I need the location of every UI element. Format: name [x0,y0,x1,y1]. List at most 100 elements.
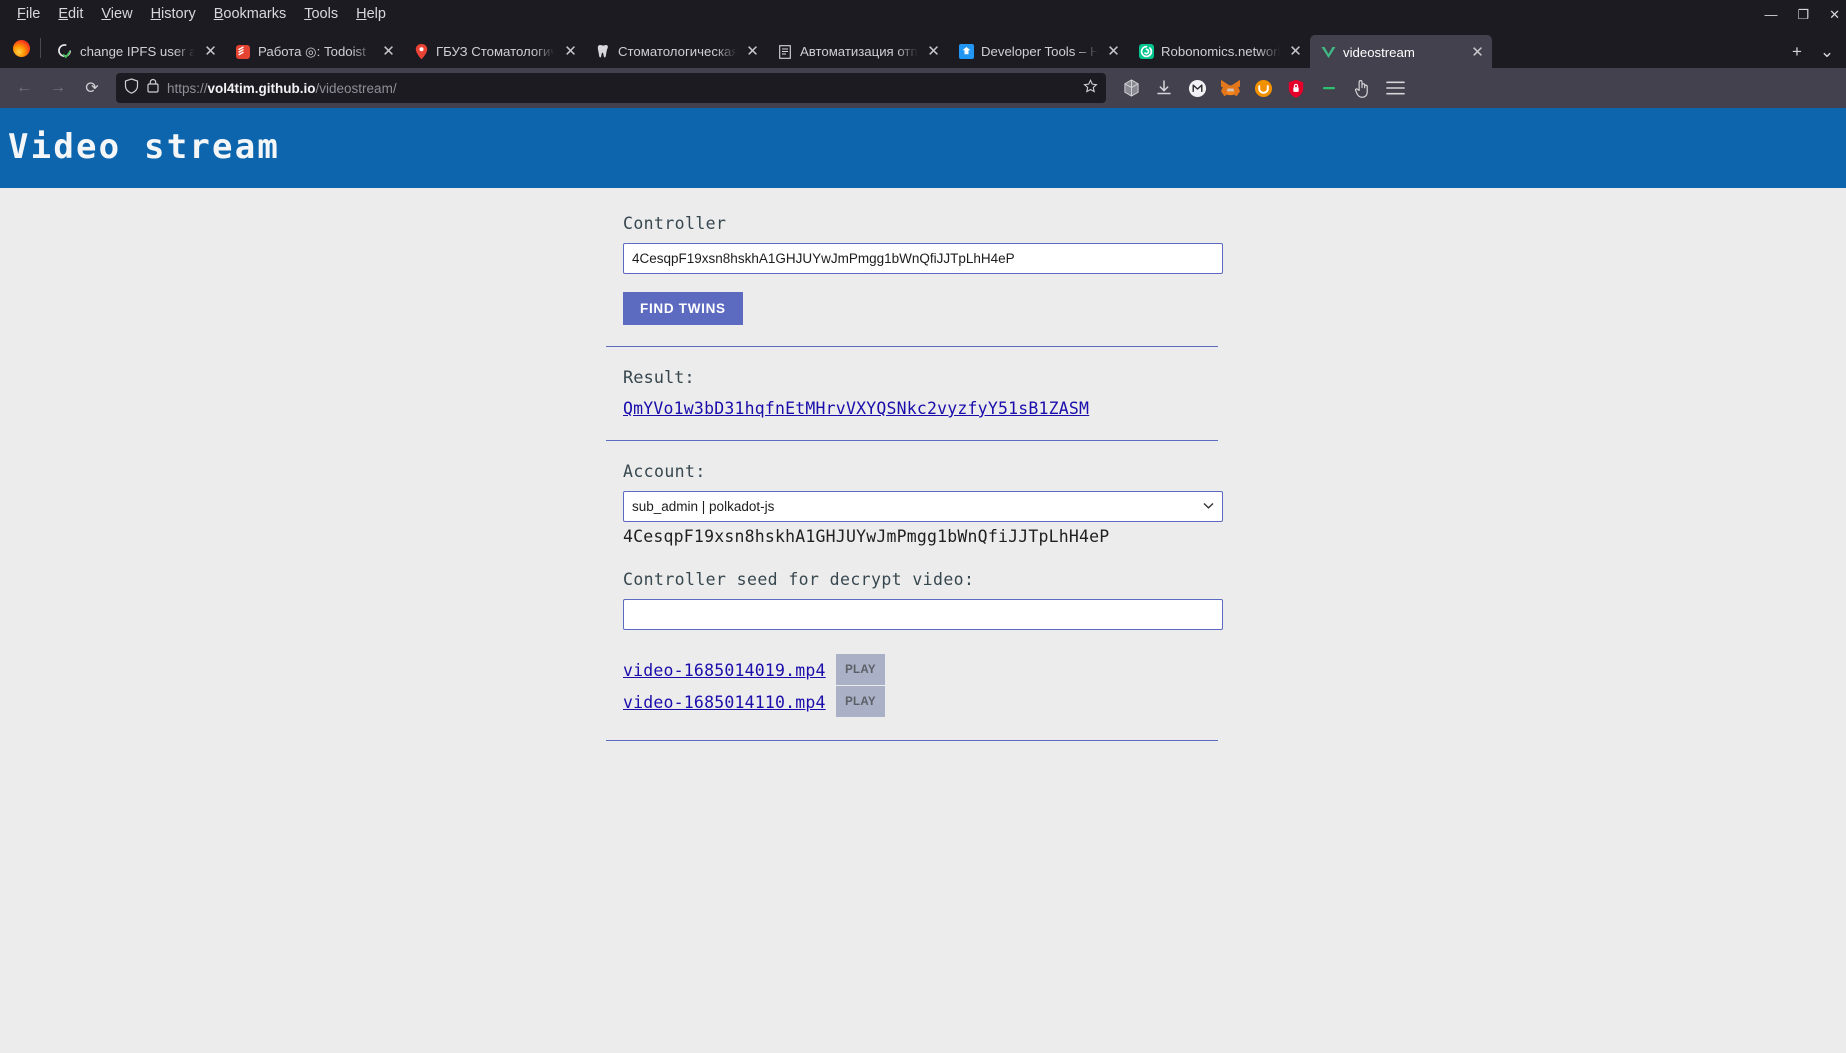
section-divider [606,740,1218,741]
menu-bar: File Edit View History Bookmarks Tools H… [0,0,1846,28]
pocket-icon[interactable] [1248,73,1278,103]
close-tab-icon[interactable]: ✕ [202,44,219,59]
tab-list: change IPFS user and ad ✕ Работа ◎: Todo… [47,28,1782,68]
back-button[interactable]: ← [8,73,40,103]
page-viewport: Video stream Controller FIND TWINS Resul… [0,108,1846,1053]
reload-button[interactable]: ⟳ [76,73,108,103]
account-select-wrapper: sub_admin | polkadot-js [623,491,1223,522]
tab-gbuz-stomatologich[interactable]: ГБУЗ Стоматологическ ✕ [403,35,585,68]
page-title: Video stream [8,127,281,167]
firefox-logo-icon [4,28,38,68]
map-pin-icon [413,44,429,60]
find-twins-button[interactable]: FIND TWINS [623,292,743,325]
forward-button[interactable]: → [42,73,74,103]
document-icon [777,44,793,60]
result-ipfs-hash-link[interactable]: QmYVo1w3bD31hqfnEtMHrvVXYQSNkc2vyzfyY51s… [623,399,1089,418]
menu-item-history[interactable]: History [142,4,205,24]
developer-tools-icon [958,44,974,60]
menu-item-tools[interactable]: Tools [295,4,347,24]
video-file-link[interactable]: video-1685014019.mp4 [623,661,826,680]
result-label: Result: [623,368,695,388]
seed-input[interactable] [623,599,1223,630]
tab-title: videostream [1343,45,1415,60]
video-list: video-1685014019.mp4 PLAY video-16850141… [623,654,1223,718]
section-divider [606,440,1218,441]
address-bar[interactable]: https://vol4tim.github.io/videostream/ [116,73,1106,103]
tab-stomatologicheskaya[interactable]: Стоматологическая по ✕ [585,35,767,68]
video-file-link[interactable]: video-1685014110.mp4 [623,693,826,712]
menu-item-file[interactable]: File [8,4,49,24]
page-hero: Video stream [0,108,1846,188]
tab-title: Robonomics.network | C [1161,44,1280,59]
navigation-toolbar: ← → ⟳ https://vol4tim.github.io/videostr… [0,68,1846,108]
extensions-toolbar [1116,73,1410,103]
tab-title: Developer Tools – Home [981,44,1098,59]
github-check-icon [57,44,73,60]
account-select[interactable]: sub_admin | polkadot-js [623,491,1223,522]
section-divider [606,346,1218,347]
result-section: Result: QmYVo1w3bD31hqfnEtMHrvVXYQSNkc2v… [623,368,1223,419]
green-dash-icon[interactable] [1314,73,1344,103]
padlock-icon[interactable] [147,78,159,98]
password-shield-icon[interactable] [1281,73,1311,103]
minimize-button[interactable]: — [1764,8,1777,21]
page-content: Controller FIND TWINS Result: QmYVo1w3bD… [0,188,1846,741]
close-tab-icon[interactable]: ✕ [562,44,579,59]
divider [40,38,41,58]
content-column: Controller FIND TWINS Result: QmYVo1w3bD… [606,214,1223,741]
star-outline-icon[interactable] [1083,78,1098,97]
metamask-m-icon[interactable] [1182,73,1212,103]
pointer-hand-icon[interactable] [1347,73,1377,103]
account-label: Account: [623,462,706,481]
list-all-tabs-button[interactable]: ⌄ [1812,35,1842,68]
vue-icon [1320,45,1336,61]
close-tab-icon[interactable]: ✕ [744,44,761,59]
menu-item-help[interactable]: Help [347,4,395,24]
close-tab-icon[interactable]: ✕ [1105,44,1122,59]
seed-label: Controller seed for decrypt video: [623,570,975,589]
controller-label: Controller [623,214,727,233]
menu-item-edit[interactable]: Edit [49,4,92,24]
seed-section: Controller seed for decrypt video: [623,570,1223,630]
tab-title: Автоматизация отправ [800,44,918,59]
play-button[interactable]: PLAY [836,686,885,717]
account-address: 4CesqpF19xsn8hskhA1GHJUYwJmPmgg1bWnQfiJJ… [623,527,1110,546]
close-window-button[interactable]: ✕ [1829,8,1840,21]
video-list-item: video-1685014110.mp4 PLAY [623,686,1223,718]
new-tab-button[interactable]: + [1782,35,1812,68]
close-tab-icon[interactable]: ✕ [925,44,942,59]
maximize-button[interactable]: ❐ [1797,8,1809,21]
play-button[interactable]: PLAY [836,654,885,685]
robonomics-icon [1138,44,1154,60]
tab-robonomics-network[interactable]: Robonomics.network | C ✕ [1128,35,1310,68]
tab-avtomatizaciya-otprav[interactable]: Автоматизация отправ ✕ [767,35,948,68]
metamask-fox-icon[interactable] [1215,73,1245,103]
shield-icon[interactable] [124,77,139,99]
close-tab-icon[interactable]: ✕ [1469,45,1486,60]
tab-title: Стоматологическая по [618,44,737,59]
browser-window: File Edit View History Bookmarks Tools H… [0,0,1846,1053]
tab-title: Работа ◎: Todoist [258,43,366,59]
close-tab-icon[interactable]: ✕ [1287,44,1304,59]
controller-input[interactable] [623,243,1223,274]
tab-title: ГБУЗ Стоматологическ [436,44,555,59]
todoist-icon [235,44,251,60]
tab-strip: change IPFS user and ad ✕ Работа ◎: Todo… [0,28,1846,68]
account-section: Account: sub_admin | polkadot-js 4CesqpF… [623,462,1223,546]
tab-developer-tools-home[interactable]: Developer Tools – Home ✕ [948,35,1128,68]
menu-item-bookmarks[interactable]: Bookmarks [205,4,296,24]
tooth-icon [595,44,611,60]
app-menu-icon[interactable] [1380,73,1410,103]
tab-change-ipfs-user[interactable]: change IPFS user and ad ✕ [47,35,225,68]
downloads-icon[interactable] [1149,73,1179,103]
controller-section: Controller FIND TWINS [623,214,1223,325]
tab-rabota-todoist[interactable]: Работа ◎: Todoist ✕ [225,35,403,68]
window-controls: — ❐ ✕ [1764,0,1840,28]
video-list-item: video-1685014019.mp4 PLAY [623,654,1223,686]
menu-item-view[interactable]: View [92,4,141,24]
tab-title: change IPFS user and ad [80,44,195,59]
close-tab-icon[interactable]: ✕ [380,44,397,59]
cube-extension-icon[interactable] [1116,73,1146,103]
url-text[interactable]: https://vol4tim.github.io/videostream/ [167,81,1075,96]
tab-videostream[interactable]: videostream ✕ [1310,35,1492,68]
